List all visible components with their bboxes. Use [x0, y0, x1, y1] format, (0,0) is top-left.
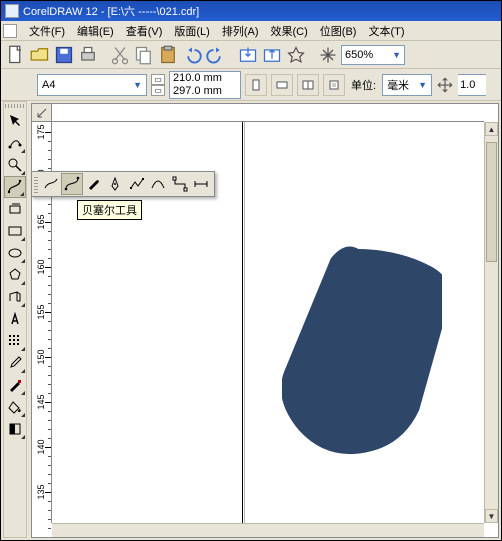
flyout-grip[interactable] — [34, 175, 38, 193]
window-title: CorelDRAW 12 - [E:\六 -----\021.cdr] — [23, 3, 199, 19]
zoom-value: 650% — [345, 49, 373, 61]
orientation-icons: ▭ ▭ — [151, 74, 165, 96]
smart-draw-tool[interactable] — [4, 198, 26, 220]
curve-tool[interactable] — [4, 176, 26, 198]
zoom-level-input[interactable]: 650% ▼ — [341, 45, 405, 65]
blend-tool[interactable] — [4, 330, 26, 352]
basic-shapes-tool[interactable] — [4, 286, 26, 308]
chevron-down-icon: ▼ — [392, 50, 401, 60]
page-edge — [242, 122, 243, 523]
outline-tool[interactable] — [4, 374, 26, 396]
doc-icon[interactable] — [3, 24, 17, 38]
bezier-tool[interactable] — [61, 173, 83, 195]
menu-edit[interactable]: 编辑(E) — [71, 21, 120, 41]
page-width-input: 210.0 mm — [170, 72, 240, 85]
horizontal-ruler[interactable] — [52, 104, 484, 122]
interactive-fill-tool[interactable] — [4, 418, 26, 440]
document-window: 175170165160155150145140135 ▲ ▼ — [31, 103, 499, 538]
menu-file[interactable]: 文件(F) — [23, 21, 71, 41]
connector-tool[interactable] — [169, 173, 191, 195]
app-icon — [5, 4, 19, 18]
toolbox — [3, 101, 27, 538]
menu-bitmap[interactable]: 位图(B) — [314, 21, 363, 41]
pen-tool[interactable] — [104, 173, 126, 195]
portrait-icon[interactable]: ▭ — [151, 74, 165, 85]
page-height-input: 297.0 mm — [170, 85, 240, 98]
menu-effects[interactable]: 效果(C) — [265, 21, 314, 41]
redo-button[interactable] — [205, 44, 227, 66]
property-bar: A4 ▼ ▭ ▭ 210.0 mm 297.0 mm 单位: 毫米 ▼ 1.0 — [1, 69, 501, 101]
paper-size-select[interactable]: A4 ▼ — [37, 74, 147, 96]
landscape-button[interactable] — [271, 74, 293, 96]
freehand-tool[interactable] — [40, 173, 62, 195]
menu-layout[interactable]: 版面(L) — [168, 21, 215, 41]
nudge-icon — [436, 74, 454, 96]
separator — [101, 44, 107, 66]
three-point-curve-tool[interactable] — [147, 173, 169, 195]
chevron-down-icon: ▼ — [133, 80, 142, 90]
export-button[interactable] — [261, 44, 283, 66]
menu-bar: 文件(F) 编辑(E) 查看(V) 版面(L) 排列(A) 效果(C) 位图(B… — [1, 21, 501, 41]
corel-online-button[interactable] — [317, 44, 339, 66]
nudge-input[interactable]: 1.0 — [458, 74, 486, 96]
shape-tool[interactable] — [4, 132, 26, 154]
pick-tool[interactable] — [4, 110, 26, 132]
cut-button[interactable] — [109, 44, 131, 66]
work-area: 175170165160155150145140135 ▲ ▼ 贝塞尔工具 — [1, 101, 501, 540]
import-button[interactable] — [237, 44, 259, 66]
scroll-down-button[interactable]: ▼ — [485, 509, 498, 523]
paper-size-value: A4 — [42, 79, 55, 91]
vertical-scrollbar[interactable]: ▲ ▼ — [484, 122, 498, 523]
curve-flyout-toolbar[interactable] — [31, 171, 215, 197]
title-bar: CorelDRAW 12 - [E:\六 -----\021.cdr] — [1, 1, 501, 21]
portrait-button[interactable] — [245, 74, 267, 96]
toolbox-grip[interactable] — [5, 104, 25, 108]
undo-button[interactable] — [181, 44, 203, 66]
unit-label: 单位: — [349, 77, 378, 93]
unit-select[interactable]: 毫米 ▼ — [382, 74, 432, 96]
polygon-tool[interactable] — [4, 264, 26, 286]
save-button[interactable] — [53, 44, 75, 66]
menu-text[interactable]: 文本(T) — [362, 21, 410, 41]
menu-arrange[interactable]: 排列(A) — [216, 21, 265, 41]
print-button[interactable] — [77, 44, 99, 66]
separator — [229, 44, 235, 66]
horizontal-scrollbar[interactable] — [52, 523, 484, 537]
rectangle-tool[interactable] — [4, 220, 26, 242]
unit-value: 毫米 — [387, 77, 409, 93]
all-pages-button[interactable] — [297, 74, 319, 96]
standard-toolbar: 650% ▼ — [1, 41, 501, 69]
copy-button[interactable] — [133, 44, 155, 66]
new-button[interactable] — [5, 44, 27, 66]
ellipse-tool[interactable] — [4, 242, 26, 264]
polyline-tool[interactable] — [126, 173, 148, 195]
tooltip: 贝塞尔工具 — [77, 200, 142, 220]
text-tool[interactable] — [4, 308, 26, 330]
eyedropper-tool[interactable] — [4, 352, 26, 374]
dimension-tool[interactable] — [190, 173, 212, 195]
zoom-tool[interactable] — [4, 154, 26, 176]
menu-view[interactable]: 查看(V) — [120, 21, 169, 41]
separator — [309, 44, 315, 66]
landscape-icon[interactable]: ▭ — [151, 85, 165, 96]
paste-button[interactable] — [157, 44, 179, 66]
scroll-up-button[interactable]: ▲ — [485, 122, 498, 136]
current-page-button[interactable] — [323, 74, 345, 96]
app-launcher-button[interactable] — [285, 44, 307, 66]
chevron-down-icon: ▼ — [418, 80, 427, 90]
drawn-shape[interactable] — [282, 242, 442, 462]
scroll-thumb[interactable] — [486, 142, 497, 262]
open-button[interactable] — [29, 44, 51, 66]
ruler-origin[interactable] — [32, 104, 52, 122]
artistic-media-tool[interactable] — [83, 173, 105, 195]
page-dimensions[interactable]: 210.0 mm 297.0 mm — [169, 71, 241, 99]
fill-tool[interactable] — [4, 396, 26, 418]
